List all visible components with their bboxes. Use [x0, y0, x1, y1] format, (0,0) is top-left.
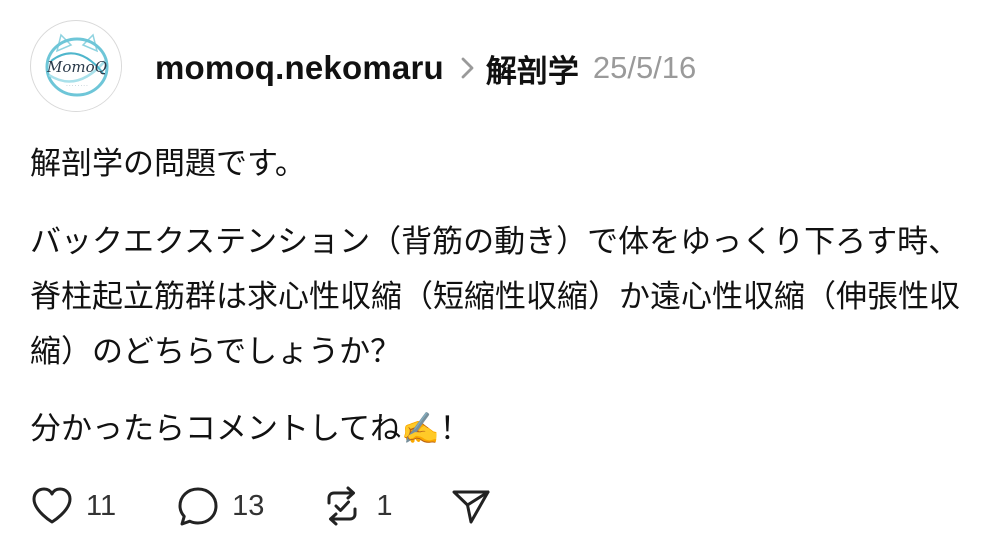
svg-text:· · · · · · · ·: · · · · · · · · [66, 84, 87, 89]
post-header: momoq.nekomaru 解剖学 25/5/16 [155, 40, 696, 96]
repost-icon [327, 486, 357, 526]
repost-count: 1 [376, 489, 393, 522]
share-icon [452, 490, 490, 524]
repost-button[interactable]: 1 [320, 484, 393, 528]
post-paragraph: 分かったらコメントしてね✍️！ [30, 411, 471, 447]
avatar-logo-icon: MomoQ · · · · · · · · [33, 23, 121, 111]
username[interactable]: momoq.nekomaru [155, 49, 444, 87]
chevron-right-icon [460, 54, 476, 82]
post-paragraph: バックエクステンション（背筋の動き）で体をゆっくり下ろす時、脊柱起立筋群は求心性… [30, 224, 960, 370]
post-paragraph: 解剖学の問題です。 [30, 146, 306, 182]
svg-text:MomoQ: MomoQ [46, 58, 107, 76]
share-button[interactable] [449, 486, 493, 526]
post-date: 25/5/16 [592, 50, 697, 85]
like-button[interactable]: 11 [30, 486, 116, 526]
topic-tag[interactable]: 解剖学 [486, 46, 579, 91]
avatar[interactable]: MomoQ · · · · · · · · [30, 20, 122, 112]
like-count: 11 [86, 489, 117, 522]
reply-count: 13 [232, 489, 265, 522]
comment-icon [178, 487, 218, 526]
heart-icon [32, 487, 72, 524]
action-bar: 11 13 1 [30, 478, 493, 534]
reply-button[interactable]: 13 [176, 485, 264, 527]
thread-post: MomoQ · · · · · · · · momoq.nekomaru 解剖学… [0, 0, 1000, 558]
